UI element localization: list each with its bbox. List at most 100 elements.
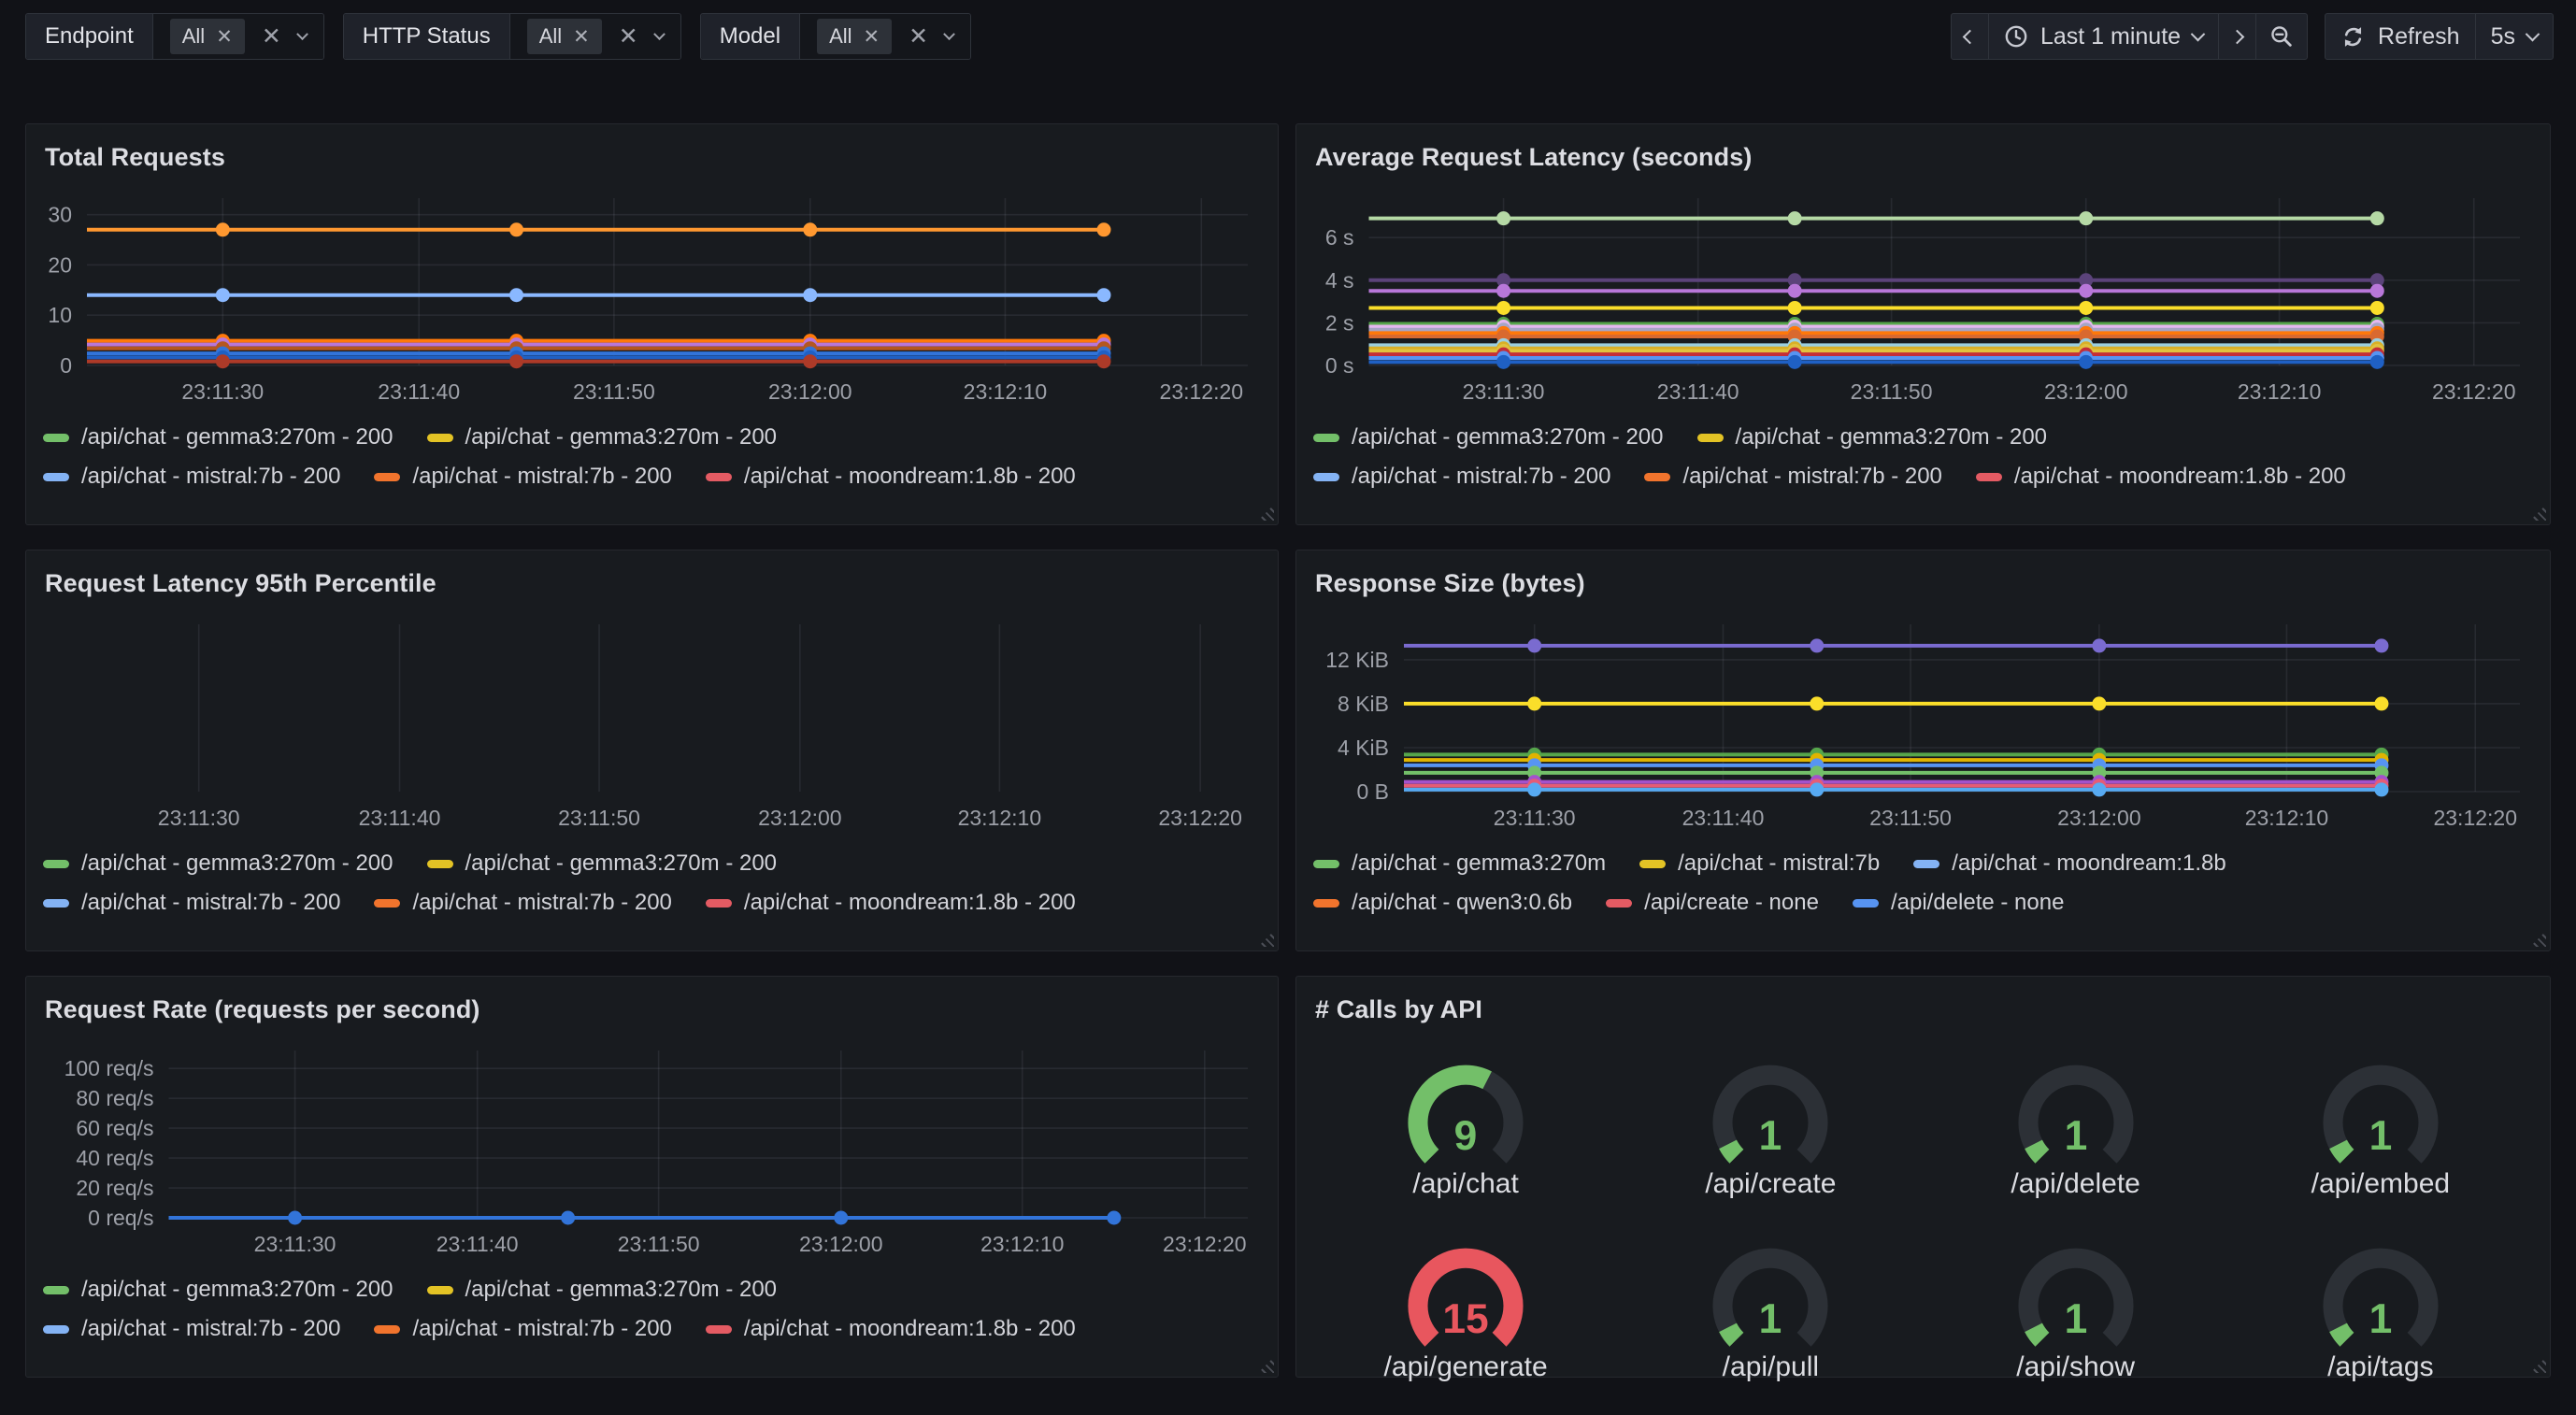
panel-resize-handle[interactable]	[1258, 505, 1274, 521]
legend-item[interactable]: /api/chat - moondream:1.8b - 200	[706, 890, 1076, 916]
series-point[interactable]	[834, 1211, 848, 1225]
legend-item[interactable]: /api/chat - gemma3:270m - 200	[427, 1277, 778, 1303]
time-series-chart[interactable]: 23:11:3023:11:4023:11:5023:12:0023:12:10…	[1313, 607, 2533, 832]
series-point[interactable]	[2079, 211, 2093, 225]
series-point[interactable]	[803, 354, 817, 368]
series-point[interactable]	[1810, 782, 1824, 796]
series-point[interactable]	[2374, 638, 2388, 652]
series-point[interactable]	[1810, 638, 1824, 652]
series-point[interactable]	[216, 354, 230, 368]
filter-value-endpoint[interactable]: All ✕ ✕	[152, 14, 323, 59]
legend-item[interactable]: /api/chat - mistral:7b - 200	[1644, 464, 1941, 490]
series-point[interactable]	[509, 288, 523, 302]
legend-item[interactable]: /api/create - none	[1606, 890, 1819, 916]
panel-resize-handle[interactable]	[2530, 505, 2546, 521]
series-point[interactable]	[1496, 211, 1510, 225]
refresh-interval-button[interactable]: 5s	[2475, 14, 2553, 59]
legend-item[interactable]: /api/chat - moondream:1.8b - 200	[706, 1316, 1076, 1342]
legend-item[interactable]: /api/chat - moondream:1.8b - 200	[1976, 464, 2346, 490]
series-point[interactable]	[1496, 355, 1510, 369]
legend-item[interactable]: /api/chat - mistral:7b	[1639, 850, 1880, 877]
series-point[interactable]	[1096, 288, 1110, 302]
time-series-plot[interactable]: 23:11:3023:11:4023:11:5023:12:0023:12:10…	[43, 607, 1261, 832]
legend-item[interactable]: /api/chat - gemma3:270m - 200	[1313, 424, 1664, 450]
series-point[interactable]	[2374, 696, 2388, 710]
series-point[interactable]	[2092, 782, 2106, 796]
series-point[interactable]	[1788, 301, 1802, 315]
chevron-down-icon[interactable]	[943, 28, 955, 40]
legend-item[interactable]: /api/chat - mistral:7b - 200	[1313, 464, 1610, 490]
series-point[interactable]	[1788, 284, 1802, 298]
legend-item[interactable]: /api/chat - gemma3:270m	[1313, 850, 1606, 877]
chevron-down-icon[interactable]	[296, 28, 308, 40]
legend-item[interactable]: /api/chat - gemma3:270m - 200	[427, 850, 778, 877]
legend-item[interactable]: /api/chat - mistral:7b - 200	[43, 1316, 340, 1342]
legend-item[interactable]: /api/chat - gemma3:270m - 200	[427, 424, 778, 450]
panel-resize-handle[interactable]	[1258, 931, 1274, 947]
series-point[interactable]	[1496, 301, 1510, 315]
series-point[interactable]	[2374, 782, 2388, 796]
series-point[interactable]	[1096, 354, 1110, 368]
legend-item[interactable]: /api/chat - gemma3:270m - 200	[1697, 424, 2048, 450]
legend-item[interactable]: /api/chat - gemma3:270m - 200	[43, 850, 394, 877]
series-point[interactable]	[803, 288, 817, 302]
remove-chip-icon[interactable]: ✕	[573, 27, 590, 47]
chevron-down-icon[interactable]	[653, 28, 665, 40]
series-point[interactable]	[2370, 284, 2384, 298]
series-point[interactable]	[1527, 782, 1541, 796]
time-shift-back-button[interactable]	[1952, 14, 1988, 59]
filter-value-model[interactable]: All ✕ ✕	[799, 14, 970, 59]
clear-selection-icon[interactable]: ✕	[262, 25, 281, 49]
legend-item[interactable]: /api/chat - gemma3:270m - 200	[43, 1277, 394, 1303]
series-point[interactable]	[216, 288, 230, 302]
series-point[interactable]	[1527, 638, 1541, 652]
series-point[interactable]	[1810, 696, 1824, 710]
series-point[interactable]	[561, 1211, 575, 1225]
series-point[interactable]	[2370, 301, 2384, 315]
legend-item[interactable]: /api/chat - mistral:7b - 200	[374, 464, 671, 490]
time-series-chart[interactable]: 23:11:3023:11:4023:11:5023:12:0023:12:10…	[43, 1034, 1261, 1258]
clear-selection-icon[interactable]: ✕	[619, 25, 638, 49]
filter-chip[interactable]: All ✕	[527, 19, 602, 54]
panel-resize-handle[interactable]	[2530, 931, 2546, 947]
legend-item[interactable]: /api/chat - mistral:7b - 200	[43, 890, 340, 916]
time-series-plot[interactable]: 23:11:3023:11:4023:11:5023:12:0023:12:10…	[43, 1034, 1261, 1258]
legend-item[interactable]: /api/delete - none	[1853, 890, 2064, 916]
time-series-plot[interactable]: 23:11:3023:11:4023:11:5023:12:0023:12:10…	[43, 181, 1261, 406]
series-point[interactable]	[1788, 211, 1802, 225]
time-shift-forward-button[interactable]	[2218, 14, 2255, 59]
legend-item[interactable]: /api/chat - moondream:1.8b	[1913, 850, 2226, 877]
remove-chip-icon[interactable]: ✕	[864, 27, 880, 47]
series-point[interactable]	[2079, 301, 2093, 315]
zoom-out-time-button[interactable]	[2255, 14, 2307, 59]
clear-selection-icon[interactable]: ✕	[909, 25, 928, 49]
series-point[interactable]	[1496, 284, 1510, 298]
series-point[interactable]	[216, 222, 230, 236]
legend-item[interactable]: /api/chat - mistral:7b - 200	[374, 890, 671, 916]
series-point[interactable]	[2370, 211, 2384, 225]
legend-item[interactable]: /api/chat - mistral:7b - 200	[43, 464, 340, 490]
filter-value-http-status[interactable]: All ✕ ✕	[509, 14, 680, 59]
filter-chip[interactable]: All ✕	[817, 19, 892, 54]
legend-item[interactable]: /api/chat - moondream:1.8b - 200	[706, 464, 1076, 490]
legend-item[interactable]: /api/chat - qwen3:0.6b	[1313, 890, 1572, 916]
series-point[interactable]	[1096, 222, 1110, 236]
panel-resize-handle[interactable]	[1258, 1357, 1274, 1373]
series-point[interactable]	[509, 354, 523, 368]
series-point[interactable]	[1788, 355, 1802, 369]
legend-item[interactable]: /api/chat - gemma3:270m - 200	[43, 424, 394, 450]
series-point[interactable]	[1527, 696, 1541, 710]
time-series-chart[interactable]: 23:11:3023:11:4023:11:5023:12:0023:12:10…	[43, 181, 1261, 406]
series-point[interactable]	[509, 222, 523, 236]
time-series-plot[interactable]: 23:11:3023:11:4023:11:5023:12:0023:12:10…	[1313, 181, 2533, 406]
remove-chip-icon[interactable]: ✕	[216, 27, 233, 47]
time-series-plot[interactable]: 23:11:3023:11:4023:11:5023:12:0023:12:10…	[1313, 607, 2533, 832]
filter-chip[interactable]: All ✕	[170, 19, 245, 54]
legend-item[interactable]: /api/chat - mistral:7b - 200	[374, 1316, 671, 1342]
series-point[interactable]	[288, 1211, 302, 1225]
refresh-button[interactable]: Refresh	[2326, 14, 2475, 59]
series-point[interactable]	[1107, 1211, 1121, 1225]
time-series-chart[interactable]: 23:11:3023:11:4023:11:5023:12:0023:12:10…	[1313, 181, 2533, 406]
series-point[interactable]	[2079, 355, 2093, 369]
series-point[interactable]	[2370, 355, 2384, 369]
